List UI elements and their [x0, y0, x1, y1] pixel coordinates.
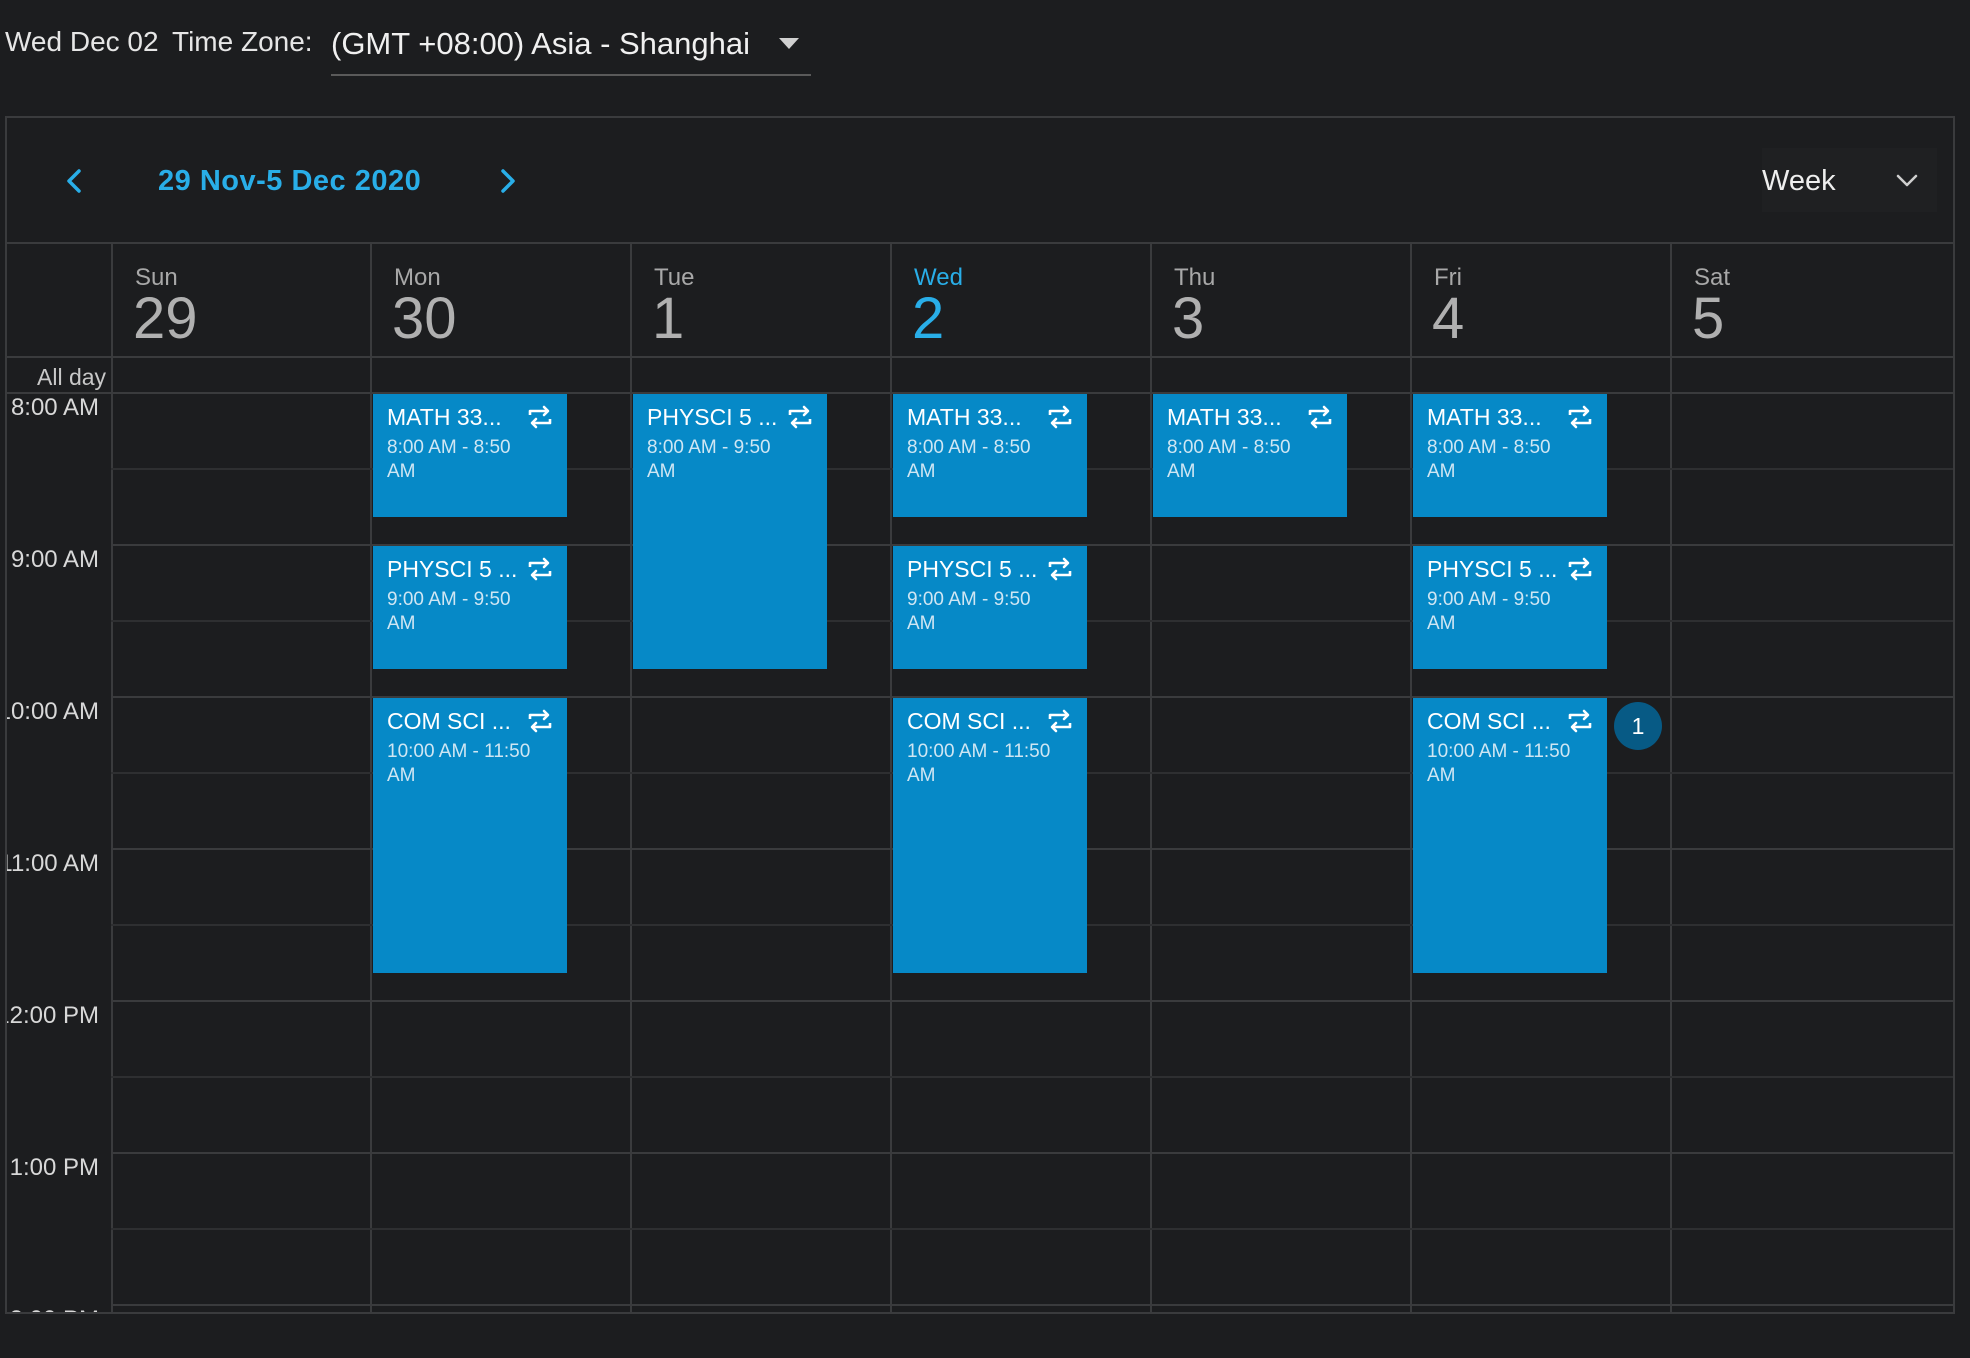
day-number: 2 — [912, 286, 945, 351]
event-time: 8:00 AM - 9:50 AM — [647, 437, 771, 482]
event-title: MATH 33... — [907, 404, 1022, 430]
hour-line — [111, 1304, 1953, 1306]
repeat-icon — [1565, 706, 1595, 736]
scheduler: 29 Nov-5 Dec 2020 Week All day Sun 29 Mon 3… — [5, 116, 1955, 1314]
calendar-event[interactable]: MATH 33... 8:00 AM - 8:50 AM — [373, 394, 567, 517]
hour-line — [111, 1000, 1953, 1002]
event-time: 9:00 AM - 9:50 AM — [1427, 589, 1551, 634]
repeat-icon — [785, 402, 815, 432]
hour-line — [111, 1152, 1953, 1154]
event-title: PHYSCI 5 ... — [387, 556, 518, 582]
day-header-wed[interactable]: Wed 2 — [890, 244, 1150, 356]
day-number: 1 — [652, 286, 685, 351]
repeat-icon — [1045, 402, 1075, 432]
top-bar: Wed Dec 02 Time Zone: (GMT +08:00) Asia … — [0, 0, 1970, 90]
calendar-event[interactable]: COM SCI ... 10:00 AM - 11:50 AM — [373, 698, 567, 973]
repeat-icon — [1565, 402, 1595, 432]
half-hour-line — [111, 1076, 1953, 1078]
repeat-icon — [525, 554, 555, 584]
repeat-icon — [525, 706, 555, 736]
day-header-sun[interactable]: Sun 29 — [111, 244, 370, 356]
day-header-fri[interactable]: Fri 4 — [1410, 244, 1670, 356]
event-time: 10:00 AM - 11:50 AM — [907, 741, 1051, 786]
calendar-event[interactable]: MATH 33... 8:00 AM - 8:50 AM — [1413, 394, 1607, 517]
repeat-icon — [1565, 554, 1595, 584]
day-number: 30 — [392, 286, 457, 351]
day-header-tue[interactable]: Tue 1 — [630, 244, 890, 356]
day-number: 5 — [1692, 286, 1725, 351]
event-time: 8:00 AM - 8:50 AM — [387, 437, 511, 482]
event-time: 9:00 AM - 9:50 AM — [907, 589, 1031, 634]
half-hour-line — [111, 1228, 1953, 1230]
day-header-sat[interactable]: Sat 5 — [1670, 244, 1953, 356]
day-number: 29 — [133, 286, 198, 351]
calendar-event[interactable]: MATH 33... 8:00 AM - 8:50 AM — [893, 394, 1087, 517]
more-events-badge[interactable]: 1 — [1614, 702, 1662, 750]
event-title: COM SCI ... — [907, 708, 1031, 734]
event-time: 10:00 AM - 11:50 AM — [387, 741, 531, 786]
date-range-button[interactable]: 29 Nov-5 Dec 2020 — [158, 165, 421, 198]
day-number: 3 — [1172, 286, 1205, 351]
event-title: MATH 33... — [1427, 404, 1542, 430]
event-title: COM SCI ... — [387, 708, 511, 734]
repeat-icon — [1305, 402, 1335, 432]
time-label: 9:00 AM — [10, 546, 99, 573]
scheduler-toolbar: 29 Nov-5 Dec 2020 Week — [7, 118, 1953, 244]
time-label: 12:00 PM — [5, 1002, 99, 1029]
event-title: PHYSCI 5 ... — [1427, 556, 1558, 582]
calendar-event[interactable]: PHYSCI 5 ... 9:00 AM - 9:50 AM — [893, 546, 1087, 669]
repeat-icon — [1045, 706, 1075, 736]
timezone-value: (GMT +08:00) Asia - Shanghai — [331, 26, 751, 61]
week-grid: All day Sun 29 Mon 30 Tue 1 Wed 2 Thu 3 Fri 4 Sat 5 8:… — [5, 244, 1953, 1312]
timezone-select[interactable]: (GMT +08:00) Asia - Shanghai — [331, 14, 811, 76]
event-time: 9:00 AM - 9:50 AM — [387, 589, 511, 634]
view-switcher[interactable]: Week — [1762, 148, 1937, 212]
event-title: MATH 33... — [1167, 404, 1282, 430]
repeat-icon — [525, 402, 555, 432]
timezone-label: Time Zone: — [172, 26, 313, 57]
time-label: 11:00 AM — [5, 850, 99, 877]
calendar-event[interactable]: COM SCI ... 10:00 AM - 11:50 AM — [893, 698, 1087, 973]
prev-week-button[interactable] — [55, 161, 95, 201]
calendar-event[interactable]: PHYSCI 5 ... 9:00 AM - 9:50 AM — [373, 546, 567, 669]
current-date: Wed Dec 02 — [5, 26, 159, 57]
event-title: MATH 33... — [387, 404, 502, 430]
calendar-event[interactable]: PHYSCI 5 ... 8:00 AM - 9:50 AM — [633, 394, 827, 669]
caret-down-icon — [779, 38, 799, 49]
event-title: PHYSCI 5 ... — [907, 556, 1038, 582]
day-header-thu[interactable]: Thu 3 — [1150, 244, 1410, 356]
event-time: 8:00 AM - 8:50 AM — [907, 437, 1031, 482]
time-label: 10:00 AM — [5, 698, 99, 725]
event-title: PHYSCI 5 ... — [647, 404, 778, 430]
view-label: Week — [1762, 165, 1836, 197]
event-title: COM SCI ... — [1427, 708, 1551, 734]
time-label: 8:00 AM — [10, 394, 99, 421]
day-number: 4 — [1432, 286, 1465, 351]
next-week-button[interactable] — [487, 161, 527, 201]
day-header-mon[interactable]: Mon 30 — [370, 244, 630, 356]
event-time: 10:00 AM - 11:50 AM — [1427, 741, 1571, 786]
calendar-event[interactable]: COM SCI ... 10:00 AM - 11:50 AM — [1413, 698, 1607, 973]
all-day-label: All day — [37, 364, 107, 390]
time-label: 1:00 PM — [9, 1154, 99, 1181]
chevron-left-icon — [67, 169, 81, 193]
time-label: 2:00 PM — [7, 1306, 99, 1312]
chevron-down-icon — [1896, 174, 1918, 187]
all-day-row-top — [7, 356, 1953, 358]
chevron-right-icon — [501, 169, 515, 193]
event-time: 8:00 AM - 8:50 AM — [1167, 437, 1291, 482]
calendar-event[interactable]: MATH 33... 8:00 AM - 8:50 AM — [1153, 394, 1347, 517]
event-time: 8:00 AM - 8:50 AM — [1427, 437, 1551, 482]
repeat-icon — [1045, 554, 1075, 584]
calendar-event[interactable]: PHYSCI 5 ... 9:00 AM - 9:50 AM — [1413, 546, 1607, 669]
